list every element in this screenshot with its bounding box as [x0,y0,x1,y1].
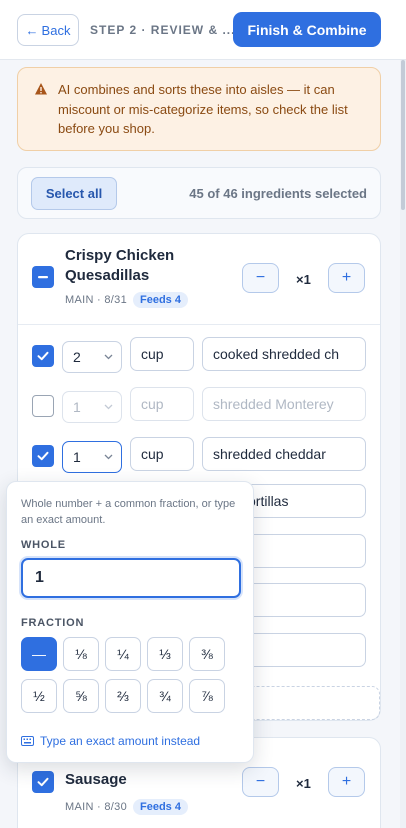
increase-servings-button[interactable]: + [328,767,365,797]
unit-field[interactable]: cup [130,387,194,421]
top-bar: ← Back STEP 2 · REVIEW & ... Finish & Co… [0,0,406,60]
servings-multiplier: ×1 [296,272,311,287]
recipe-meta: MAIN · 8/30 Feeds 4 [65,799,188,815]
ingredient-checkbox[interactable] [32,345,54,367]
whole-number-input[interactable]: 1 [21,558,241,598]
fraction-three-eighths-button[interactable]: ⅜ [189,637,225,671]
check-icon [37,777,49,787]
select-all-button[interactable]: Select all [31,177,117,210]
whole-label: WHOLE [21,539,66,551]
ingredient-name-field[interactable]: shredded Monterey [202,387,366,421]
fraction-five-eighths-button[interactable]: ⅝ [63,679,99,713]
ingredient-name-field[interactable]: cooked shredded ch [202,337,366,371]
recipe-meta: MAIN · 8/31 Feeds 4 [65,292,188,308]
decrease-servings-button[interactable]: − [242,263,279,293]
fraction-two-thirds-button[interactable]: ⅔ [105,679,141,713]
quantity-select[interactable]: 1 [62,391,122,423]
recipe-category-date: MAIN · 8/31 [65,294,127,306]
exact-amount-label: Type an exact amount instead [40,734,201,748]
minus-icon [38,276,48,279]
selection-panel: Select all 45 of 46 ingredients selected [17,167,381,219]
fraction-seven-eighths-button[interactable]: ⅞ [189,679,225,713]
fraction-none-button[interactable]: — [21,637,57,671]
unit-field[interactable]: cup [130,437,194,471]
exact-amount-link[interactable]: Type an exact amount instead [21,734,200,748]
recipe-title: Sausage [65,771,127,788]
keyboard-icon [21,736,34,746]
decrease-servings-button[interactable]: − [242,767,279,797]
ingredient-checkbox[interactable] [32,445,54,467]
quantity-select[interactable]: 2 [62,341,122,373]
selection-count: 45 of 46 ingredients selected [189,186,367,201]
arrow-left-icon: ← [25,22,39,38]
ingredient-checkbox[interactable] [32,395,54,417]
warning-icon [35,83,47,95]
quantity-select-active[interactable]: 1 [62,441,122,473]
step-indicator: STEP 2 · REVIEW & ... [90,23,236,37]
ingredient-name-field[interactable]: shredded cheddar [202,437,366,471]
warning-text: AI combines and sorts these into aisles … [58,82,348,136]
increase-servings-button[interactable]: + [328,263,365,293]
fraction-quarter-button[interactable]: ¼ [105,637,141,671]
fraction-eighth-button[interactable]: ⅛ [63,637,99,671]
ai-warning-banner: AI combines and sorts these into aisles … [17,67,381,151]
check-icon [37,451,49,461]
unit-field[interactable]: cup [130,337,194,371]
servings-multiplier: ×1 [296,776,311,791]
card-divider [18,324,380,325]
check-icon [37,351,49,361]
scrollbar[interactable] [400,60,406,828]
quantity-value: 1 [73,449,81,465]
recipe-checkbox[interactable] [32,771,54,793]
recipe-title: Crispy Chicken Quesadillas [65,247,175,284]
scrollbar-thumb[interactable] [401,60,405,210]
recipe-checkbox-partial[interactable] [32,266,54,288]
finish-combine-button[interactable]: Finish & Combine [233,12,381,47]
fraction-three-quarters-button[interactable]: ¾ [147,679,183,713]
back-label: Back [41,22,71,38]
feeds-badge: Feeds 4 [133,292,188,308]
chevron-down-icon [104,354,113,360]
recipe-category-date: MAIN · 8/30 [65,801,127,813]
back-button[interactable]: ← Back [17,14,79,46]
feeds-badge: Feeds 4 [133,799,188,815]
quantity-popover: Whole number + a common fraction, or typ… [6,481,254,763]
chevron-down-icon [104,404,113,410]
fraction-half-button[interactable]: ½ [21,679,57,713]
fraction-label: FRACTION [21,617,85,629]
quantity-value: 1 [73,399,81,415]
chevron-down-icon [104,454,113,460]
quantity-value: 2 [73,349,81,365]
popover-hint: Whole number + a common fraction, or typ… [21,498,236,526]
fraction-third-button[interactable]: ⅓ [147,637,183,671]
